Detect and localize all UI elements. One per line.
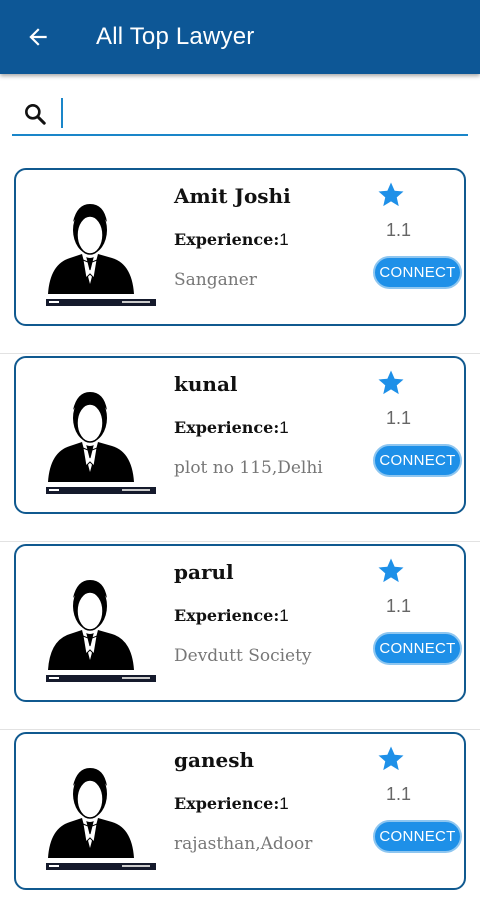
list-item: ganesh Experience:1 rajasthan,Adoor 1.1 … bbox=[0, 730, 480, 900]
lawyer-card[interactable]: parul Experience:1 Devdutt Society 1.1 C… bbox=[14, 544, 466, 702]
experience-label: Experience: bbox=[174, 230, 280, 249]
search-icon bbox=[20, 99, 50, 129]
back-button[interactable] bbox=[8, 0, 68, 74]
list-item: Amit Joshi Experience:1 Sanganer 1.1 CON… bbox=[0, 166, 480, 354]
rating-value: 1.1 bbox=[386, 220, 412, 240]
lawyer-card[interactable]: ganesh Experience:1 rajasthan,Adoor 1.1 … bbox=[14, 732, 466, 890]
page-title: All Top Lawyer bbox=[96, 23, 255, 50]
lawyer-name: kunal bbox=[174, 372, 238, 396]
connect-button[interactable]: CONNECT bbox=[373, 632, 462, 665]
connect-button[interactable]: CONNECT bbox=[373, 256, 462, 289]
star-icon bbox=[378, 370, 404, 395]
lawyer-avatar-icon bbox=[46, 204, 156, 306]
rating-value: 1.1 bbox=[386, 784, 412, 804]
search-bar bbox=[12, 94, 468, 136]
lawyer-name: parul bbox=[174, 560, 234, 584]
arrow-left-icon bbox=[29, 28, 47, 46]
lawyer-list: Amit Joshi Experience:1 Sanganer 1.1 CON… bbox=[0, 166, 480, 900]
list-item: kunal Experience:1 plot no 115,Delhi 1.1… bbox=[0, 354, 480, 542]
experience-label: Experience: bbox=[174, 418, 280, 437]
experience-value: 1 bbox=[279, 418, 289, 437]
star-icon bbox=[378, 746, 404, 771]
experience-value: 1 bbox=[279, 230, 289, 249]
rating-value: 1.1 bbox=[386, 408, 412, 428]
experience-line: Experience:1 bbox=[174, 794, 289, 814]
connect-button[interactable]: CONNECT bbox=[373, 444, 462, 477]
experience-line: Experience:1 bbox=[174, 606, 289, 626]
star-icon bbox=[378, 182, 404, 207]
search-input[interactable] bbox=[54, 97, 468, 131]
lawyer-card[interactable]: Amit Joshi Experience:1 Sanganer 1.1 CON… bbox=[14, 168, 466, 326]
rating-value: 1.1 bbox=[386, 596, 412, 616]
experience-value: 1 bbox=[279, 794, 289, 813]
lawyer-name: ganesh bbox=[174, 748, 255, 772]
lawyer-avatar-icon bbox=[46, 580, 156, 682]
app-bar: All Top Lawyer bbox=[0, 0, 480, 74]
lawyer-avatar-icon bbox=[46, 392, 156, 494]
experience-line: Experience:1 bbox=[174, 418, 289, 438]
experience-line: Experience:1 bbox=[174, 230, 289, 250]
experience-label: Experience: bbox=[174, 606, 280, 625]
lawyer-avatar-icon bbox=[46, 768, 156, 870]
lawyer-address: rajasthan,Adoor bbox=[174, 834, 313, 854]
list-item: parul Experience:1 Devdutt Society 1.1 C… bbox=[0, 542, 480, 730]
text-cursor bbox=[61, 98, 63, 128]
connect-button[interactable]: CONNECT bbox=[373, 820, 462, 853]
star-icon bbox=[378, 558, 404, 583]
experience-label: Experience: bbox=[174, 794, 280, 813]
lawyer-address: plot no 115,Delhi bbox=[174, 458, 323, 478]
lawyer-address: Devdutt Society bbox=[174, 646, 312, 666]
lawyer-card[interactable]: kunal Experience:1 plot no 115,Delhi 1.1… bbox=[14, 356, 466, 514]
experience-value: 1 bbox=[279, 606, 289, 625]
lawyer-name: Amit Joshi bbox=[174, 184, 291, 208]
lawyer-address: Sanganer bbox=[174, 270, 257, 290]
